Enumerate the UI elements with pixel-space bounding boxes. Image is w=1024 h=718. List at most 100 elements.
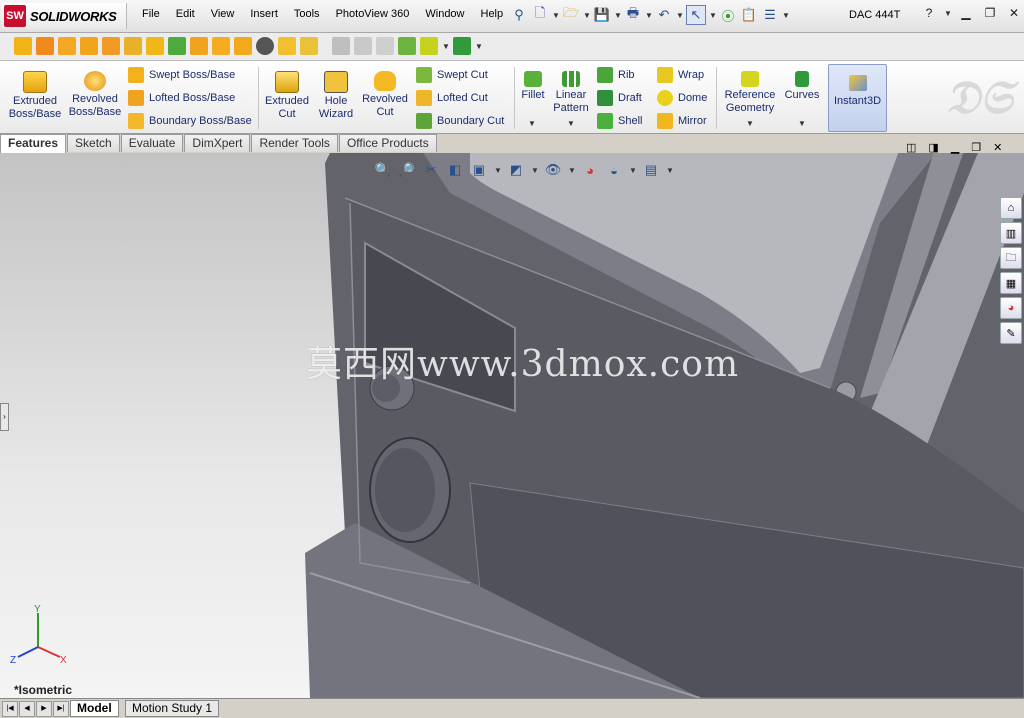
menu-edit[interactable]: Edit <box>168 8 203 20</box>
cube-icon[interactable] <box>398 37 416 55</box>
resources-home-icon[interactable]: ⌂ <box>1000 197 1022 219</box>
menu-tools[interactable]: Tools <box>286 8 328 20</box>
help-dropdown-icon[interactable]: ▼ <box>944 9 952 18</box>
pattern-icon[interactable] <box>168 37 186 55</box>
viewport-minimize-icon[interactable]: ▁ <box>951 141 959 154</box>
combine-icon[interactable] <box>376 37 394 55</box>
viewport-close-icon[interactable]: ✕ <box>993 141 1002 154</box>
swept-boss-button[interactable]: Swept Boss/Base <box>128 66 235 84</box>
first-tab-icon[interactable]: |◀ <box>2 701 18 717</box>
curves-dropdown-icon[interactable]: ▼ <box>475 42 483 51</box>
section-view-icon[interactable]: ◧ <box>446 161 464 179</box>
swept-cut-button[interactable]: Swept Cut <box>416 66 488 84</box>
scene-dropdown-icon[interactable]: ▼ <box>629 166 637 175</box>
tab-office-products[interactable]: Office Products <box>338 134 437 152</box>
custom-properties-icon[interactable]: ✎ <box>1000 322 1022 344</box>
appearance-icon[interactable]: ◕ <box>581 161 599 179</box>
graphics-area[interactable]: 🔍 🔎 ✂ ◧ ▣ ▼ ◩ ▼ 👁 ▼ ◕ ◒ ▼ ▤ ▼ ⌂ ▥ 🗀 ▦ ◕ ✎ › 莫… <box>0 153 1024 698</box>
shell-icon[interactable] <box>190 37 208 55</box>
last-tab-icon[interactable]: ▶| <box>53 701 69 717</box>
tab-features[interactable]: Features <box>0 134 67 154</box>
tab-motion-study[interactable]: Motion Study 1 <box>125 700 220 717</box>
menu-help[interactable]: Help <box>473 8 512 20</box>
view-settings-dropdown-icon[interactable]: ▼ <box>666 166 674 175</box>
display-style-icon[interactable]: ◩ <box>507 161 525 179</box>
curves-button[interactable]: Curves <box>782 65 822 102</box>
dome-button[interactable]: Dome <box>657 89 707 107</box>
hide-show-dropdown-icon[interactable]: ▼ <box>568 166 576 175</box>
feature-manager-expand-handle[interactable]: › <box>0 403 9 431</box>
tab-dimxpert[interactable]: DimXpert <box>184 134 251 152</box>
menu-window[interactable]: Window <box>417 8 472 20</box>
split-view-icon[interactable]: ◨ <box>928 141 938 154</box>
rebuild-traffic-light-icon[interactable]: ⦿ <box>719 6 737 24</box>
pattern-dropdown-icon[interactable]: ▼ <box>567 119 575 128</box>
wrap-button[interactable]: Wrap <box>657 66 704 84</box>
file-properties-icon[interactable]: 📋 <box>740 6 758 24</box>
view-orientation-icon[interactable]: ▣ <box>470 161 488 179</box>
reference-geometry-button[interactable]: Reference Geometry <box>722 65 778 115</box>
menu-insert[interactable]: Insert <box>242 8 286 20</box>
view-settings-icon[interactable]: ▤ <box>642 161 660 179</box>
boundary-cut-button[interactable]: Boundary Cut <box>416 112 504 130</box>
model-geometry[interactable] <box>0 153 1024 698</box>
tab-evaluate[interactable]: Evaluate <box>120 134 184 152</box>
sweep-cut-icon[interactable] <box>234 37 252 55</box>
tab-sketch[interactable]: Sketch <box>67 134 120 152</box>
undo-icon[interactable]: ↶ <box>655 6 673 24</box>
pin-icon[interactable]: ⚲ <box>510 6 528 24</box>
tile-icon[interactable]: ◫ <box>906 141 916 154</box>
curves-icon[interactable] <box>453 37 471 55</box>
menu-photoview[interactable]: PhotoView 360 <box>328 8 418 20</box>
next-tab-icon[interactable]: ▶ <box>36 701 52 717</box>
move-face-icon[interactable] <box>332 37 350 55</box>
undo-dropdown-icon[interactable]: ▼ <box>676 11 684 20</box>
fillet-icon[interactable] <box>146 37 164 55</box>
help-icon[interactable]: ? <box>920 5 938 21</box>
rib-button[interactable]: Rib <box>597 66 635 84</box>
solidworks-logo[interactable]: SW SOLIDWORKS <box>2 3 127 29</box>
minimize-icon[interactable]: ▁ <box>957 5 975 21</box>
shell-button[interactable]: Shell <box>597 112 642 130</box>
revolve-icon[interactable] <box>36 37 54 55</box>
ref-geometry-dropdown-icon[interactable]: ▼ <box>442 42 450 51</box>
menu-file[interactable]: File <box>134 8 168 20</box>
reference-geometry-dropdown-icon[interactable]: ▼ <box>746 119 754 128</box>
tab-model[interactable]: Model <box>70 700 119 717</box>
fillet-dropdown-icon[interactable]: ▼ <box>528 119 536 128</box>
boundary-icon[interactable] <box>102 37 120 55</box>
options-dropdown-icon[interactable]: ▼ <box>782 11 790 20</box>
restore-icon[interactable]: ❐ <box>981 5 999 21</box>
zoom-to-area-icon[interactable]: 🔎 <box>398 161 416 179</box>
design-library-icon[interactable]: ▥ <box>1000 222 1022 244</box>
save-icon[interactable]: 💾 <box>593 6 611 24</box>
linear-pattern-button[interactable]: Linear Pattern <box>552 65 590 115</box>
loft-icon[interactable] <box>80 37 98 55</box>
sweep-icon[interactable] <box>58 37 76 55</box>
menu-view[interactable]: View <box>203 8 243 20</box>
select-cursor-icon[interactable]: ↖ <box>686 5 706 25</box>
draft-button[interactable]: Draft <box>597 89 642 107</box>
tab-render-tools[interactable]: Render Tools <box>251 134 338 152</box>
print-dropdown-icon[interactable]: ▼ <box>645 11 653 20</box>
open-folder-icon[interactable]: 🗁 <box>562 5 580 24</box>
previous-view-icon[interactable]: ✂ <box>422 161 440 179</box>
mirror-button[interactable]: Mirror <box>657 112 707 130</box>
hole-wizard-button[interactable]: Hole Wizard <box>314 65 358 121</box>
save-dropdown-icon[interactable]: ▼ <box>614 11 622 20</box>
delete-body-icon[interactable] <box>256 37 274 55</box>
mirror-icon[interactable] <box>212 37 230 55</box>
revolved-boss-button[interactable]: Revolved Boss/Base <box>66 65 124 119</box>
split-icon[interactable] <box>300 37 318 55</box>
curves-dropdown-icon[interactable]: ▼ <box>798 119 806 128</box>
prev-tab-icon[interactable]: ◀ <box>19 701 35 717</box>
new-dropdown-icon[interactable]: ▼ <box>552 11 560 20</box>
view-orientation-dropdown-icon[interactable]: ▼ <box>494 166 502 175</box>
print-icon[interactable]: 🖶 <box>624 5 642 24</box>
zoom-to-fit-icon[interactable]: 🔍 <box>374 161 392 179</box>
fillet-button[interactable]: Fillet <box>518 65 548 102</box>
file-explorer-icon[interactable]: 🗀 <box>1000 247 1022 269</box>
options-icon[interactable]: ☰ <box>761 6 779 24</box>
scale-icon[interactable] <box>354 37 372 55</box>
intersect-icon[interactable] <box>278 37 296 55</box>
